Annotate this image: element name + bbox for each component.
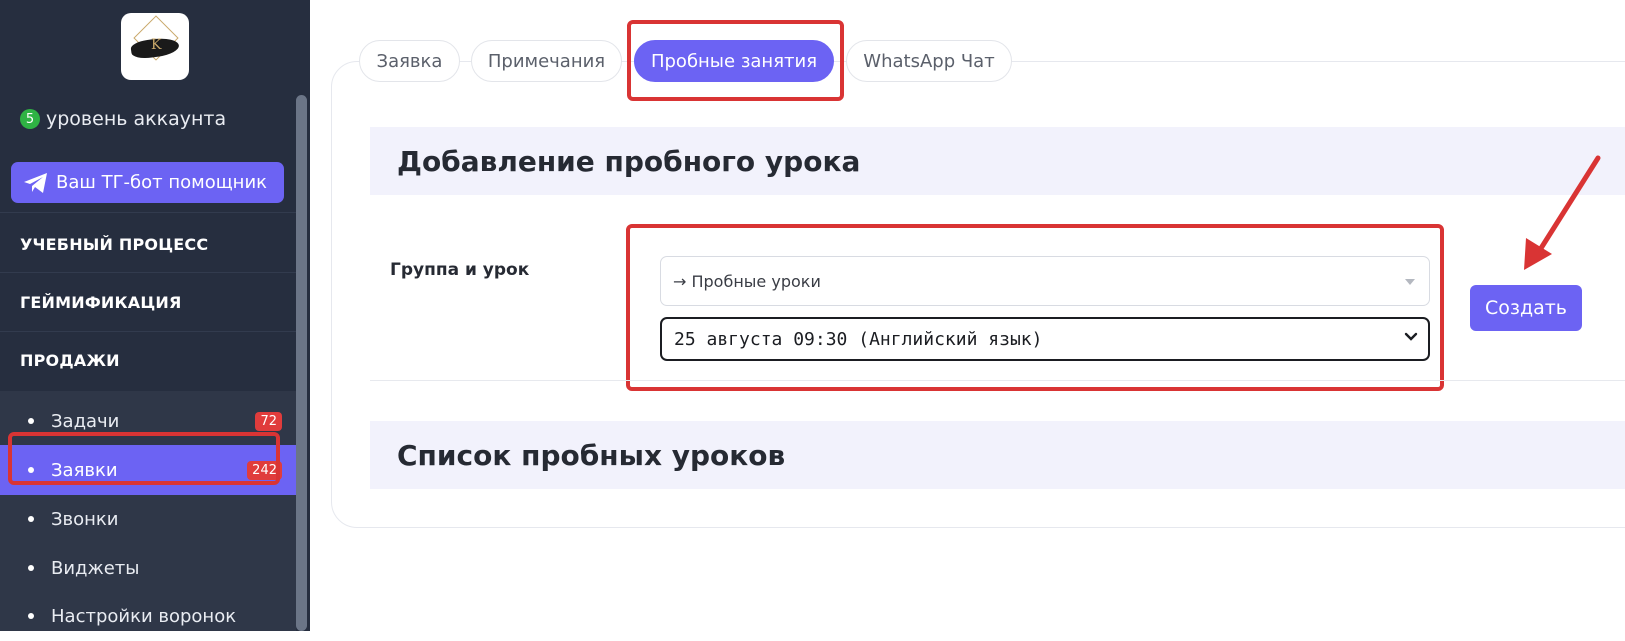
divider — [0, 272, 296, 273]
sales-submenu: Задачи 72 Заявки 242 Звонки Виджеты Наст… — [0, 391, 296, 631]
sidebar-item-label: Задачи — [51, 410, 120, 432]
tab-whatsapp-chat[interactable]: WhatsApp Чат — [846, 40, 1012, 82]
main-content: Заявка Примечания Пробные занятия WhatsA… — [310, 0, 1625, 631]
count-badge: 72 — [255, 411, 282, 431]
sidebar-item-label: Звонки — [51, 508, 119, 530]
telegram-icon — [24, 172, 47, 193]
divider — [370, 380, 1625, 381]
bullet — [28, 565, 34, 571]
level-number-badge: 5 — [20, 109, 40, 129]
divider — [0, 212, 296, 213]
divider — [0, 331, 296, 332]
add-trial-lesson-header: Добавление пробного урока — [370, 127, 1625, 195]
bullet — [28, 418, 34, 424]
section-learning[interactable]: УЧЕБНЫЙ ПРОЦЕСС — [20, 235, 208, 254]
bullet — [28, 613, 34, 619]
account-level: 5 уровень аккаунта — [20, 108, 226, 130]
group-lesson-label: Группа и урок — [390, 260, 530, 280]
tab-notes[interactable]: Примечания — [471, 40, 622, 82]
logo[interactable]: K — [121, 13, 189, 80]
highlight-box — [8, 432, 280, 485]
bullet — [28, 516, 34, 522]
sidebar-item-label: Настройки воронок — [51, 605, 237, 627]
sidebar: K 5 уровень аккаунта Ваш ТГ-бот помощник… — [0, 0, 310, 631]
section-sales[interactable]: ПРОДАЖИ — [20, 351, 120, 370]
trial-lessons-list-header: Список пробных уроков — [370, 421, 1625, 489]
sidebar-item-calls[interactable]: Звонки — [0, 494, 296, 544]
sidebar-item-label: Виджеты — [51, 557, 140, 579]
level-label: уровень аккаунта — [46, 108, 227, 130]
sidebar-item-funnel-settings[interactable]: Настройки воронок — [0, 591, 296, 641]
telegram-bot-button[interactable]: Ваш ТГ-бот помощник — [11, 162, 284, 203]
highlight-box — [626, 224, 1444, 391]
telegram-bot-label: Ваш ТГ-бот помощник — [56, 172, 268, 193]
sidebar-item-widgets[interactable]: Виджеты — [0, 543, 296, 593]
create-button[interactable]: Создать — [1470, 285, 1582, 331]
highlight-box — [627, 20, 844, 101]
tab-request[interactable]: Заявка — [359, 40, 460, 82]
section-gamification[interactable]: ГЕЙМИФИКАЦИЯ — [20, 293, 182, 312]
red-arrow-annotation — [1524, 155, 1601, 270]
sidebar-scrollbar[interactable] — [296, 95, 307, 631]
logo-image: K — [129, 14, 181, 67]
